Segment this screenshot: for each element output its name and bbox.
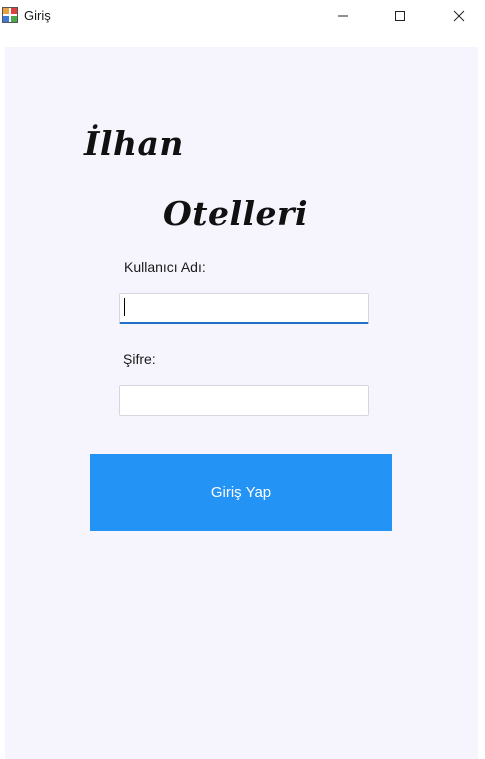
brand-title-line1: İlhan — [84, 124, 184, 163]
login-button[interactable]: Giriş Yap — [90, 454, 392, 531]
username-label: Kullanıcı Adı: — [124, 259, 206, 275]
password-label: Şifre: — [123, 351, 156, 367]
minimize-icon — [337, 10, 349, 22]
maximize-icon — [394, 10, 406, 22]
close-icon — [453, 10, 465, 22]
title-bar[interactable]: Giriş — [0, 0, 485, 32]
close-button[interactable] — [436, 0, 482, 32]
password-input[interactable] — [119, 385, 369, 416]
brand-title-line2: Otelleri — [163, 194, 308, 233]
maximize-button[interactable] — [377, 0, 423, 32]
username-input[interactable] — [119, 293, 369, 324]
text-caret — [124, 298, 125, 316]
minimize-button[interactable] — [320, 0, 366, 32]
window-title: Giriş — [24, 8, 51, 23]
form-icon — [2, 7, 18, 23]
